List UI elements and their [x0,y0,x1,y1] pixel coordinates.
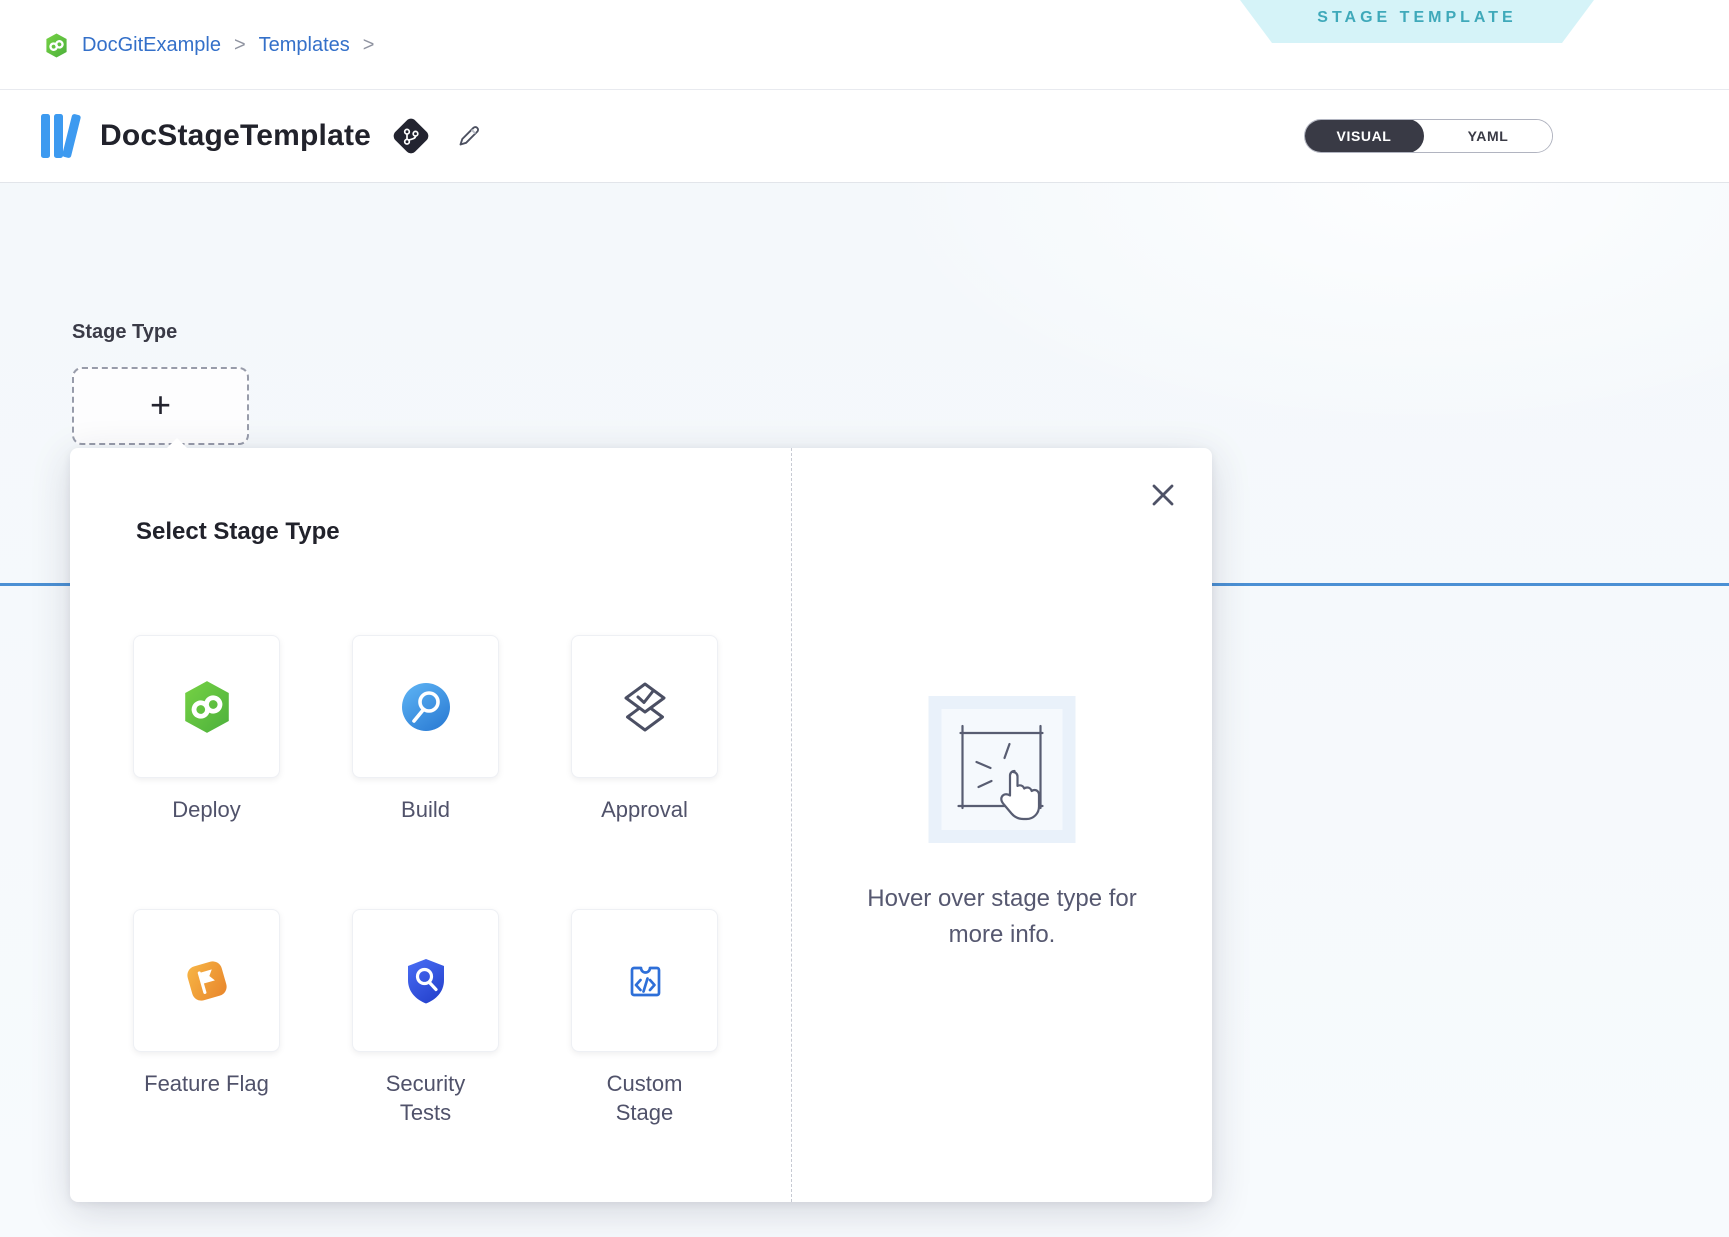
approval-icon [619,681,671,733]
deploy-icon [180,679,234,735]
stage-label: Security Tests [361,1069,491,1127]
stage-type-grid: Deploy Build [133,635,718,1183]
custom-stage-icon [619,955,671,1007]
tab-visual[interactable]: VISUAL [1304,119,1424,153]
template-library-icon [38,111,84,161]
select-stage-type-popover: Select Stage Type [70,448,1212,1202]
breadcrumb-project-link[interactable]: DocGitExample [82,34,221,57]
pipeline-canvas: Stage Type + Select Stage Type [0,183,1729,1237]
close-popover-button[interactable] [1149,481,1177,509]
hover-hint-text: Hover over stage type for more info. [837,881,1167,953]
edit-pencil-icon [455,122,483,150]
feature-flag-icon [180,954,234,1008]
stage-type-label: Stage Type [72,321,177,344]
stage-template-editor: DocGitExample > Templates > STAGE TEMPLA… [0,0,1729,1237]
stage-type-info-panel: Hover over stage type for more info. [791,448,1212,1202]
stage-type-list-panel: Select Stage Type [70,448,791,1202]
breadcrumb-separator: > [363,34,375,57]
stage-label: Deploy [172,795,240,824]
view-toggle: VISUAL YAML [1304,119,1553,153]
project-icon [44,32,69,59]
stage-cell-build: Build [352,635,499,909]
stage-template-ribbon-label: STAGE TEMPLATE [1317,9,1516,27]
tab-yaml[interactable]: YAML [1424,119,1552,153]
stage-cell-security-tests: Security Tests [352,909,499,1183]
popover-heading: Select Stage Type [136,518,340,546]
build-icon [400,681,452,733]
stage-card-security-tests[interactable] [352,909,499,1052]
breadcrumb-templates-link[interactable]: Templates [259,34,350,57]
stage-card-build[interactable] [352,635,499,778]
stage-label: Feature Flag [144,1069,269,1098]
stage-cell-approval: Approval [571,635,718,909]
breadcrumb-separator: > [234,34,246,57]
stage-card-deploy[interactable] [133,635,280,778]
title-bar: DocStageTemplate VISUAL YAML [0,90,1729,183]
stage-label: Custom Stage [580,1069,710,1127]
breadcrumb: DocGitExample > Templates > [44,0,374,90]
close-icon [1150,482,1176,508]
stage-card-custom-stage[interactable] [571,909,718,1052]
stage-template-ribbon: STAGE TEMPLATE [1240,0,1594,43]
hover-info-illustration [929,696,1076,843]
add-stage-button[interactable]: + [72,367,249,445]
security-tests-icon [400,955,452,1007]
plus-icon: + [150,387,171,423]
stage-cell-deploy: Deploy [133,635,280,909]
page-title: DocStageTemplate [100,119,371,153]
stage-cell-custom-stage: Custom Stage [571,909,718,1183]
git-storage-badge-icon[interactable] [391,116,431,156]
stage-cell-feature-flag: Feature Flag [133,909,280,1183]
breadcrumb-bar: DocGitExample > Templates > STAGE TEMPLA… [0,0,1729,90]
stage-label: Approval [601,795,688,824]
stage-card-feature-flag[interactable] [133,909,280,1052]
stage-label: Build [401,795,450,824]
stage-card-approval[interactable] [571,635,718,778]
edit-title-button[interactable] [455,122,483,150]
